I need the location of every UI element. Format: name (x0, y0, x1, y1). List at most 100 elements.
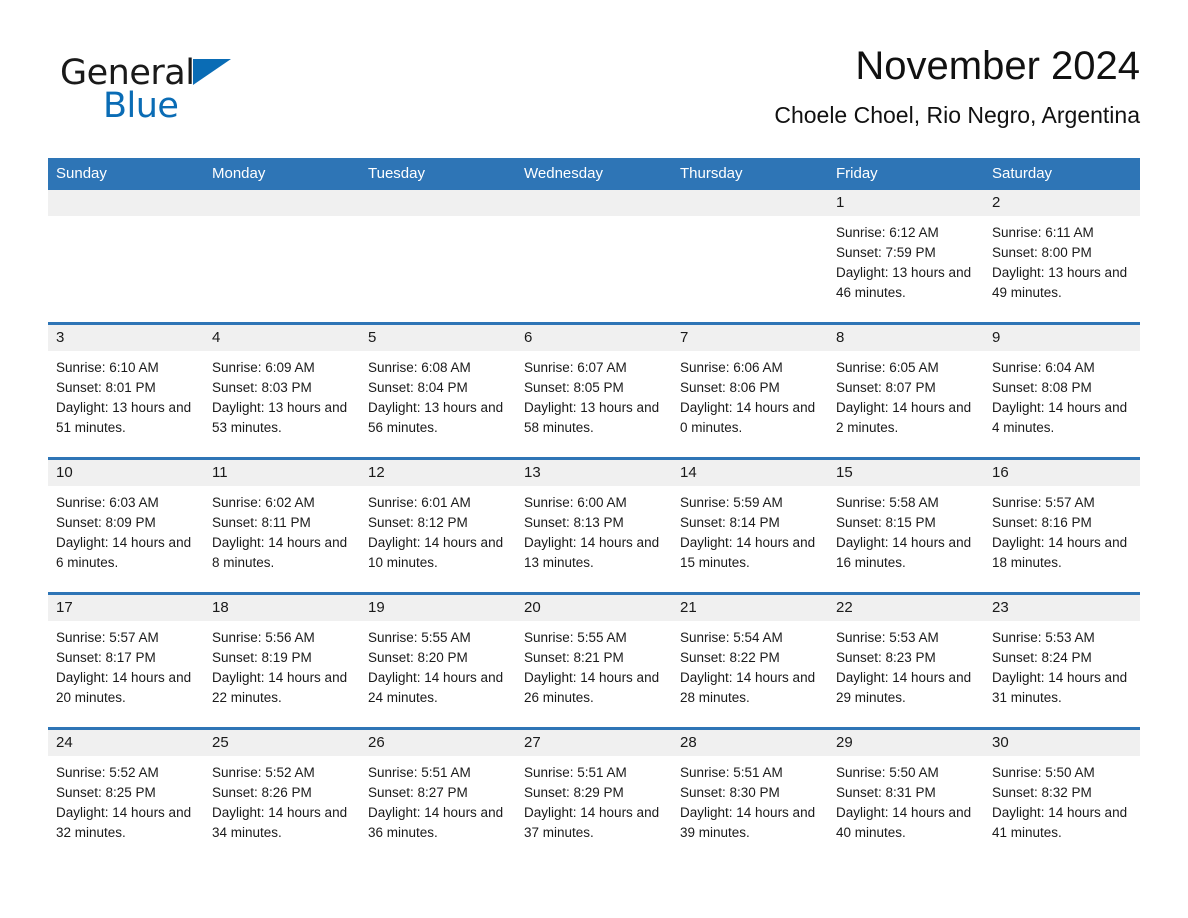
daylight-text: Daylight: 13 hours and 53 minutes. (212, 400, 348, 435)
calendar-day-cell[interactable] (672, 190, 828, 324)
day-sun-info: Sunrise: 5:53 AM Sunset: 8:23 PM Daylight:… (828, 621, 984, 708)
day-number: 8 (828, 325, 984, 351)
day-sun-info: Sunrise: 5:56 AM Sunset: 8:19 PM Daylight:… (204, 621, 360, 708)
sunrise-text: Sunrise: 5:52 AM (212, 765, 315, 780)
day-number: 5 (360, 325, 516, 351)
calendar-day-cell[interactable]: 14 Sunrise: 5:59 AM Sunset: 8:14 PM Dayligh… (672, 457, 828, 594)
sunset-text: Sunset: 8:27 PM (368, 785, 468, 800)
sunrise-text: Sunrise: 6:09 AM (212, 360, 315, 375)
day-cell-content: 21 Sunrise: 5:54 AM Sunset: 8:22 PM Dayligh… (672, 595, 828, 727)
calendar-day-cell[interactable]: 29 Sunrise: 5:50 AM Sunset: 8:31 PM Dayligh… (828, 727, 984, 862)
calendar-day-cell[interactable]: 18 Sunrise: 5:56 AM Sunset: 8:19 PM Dayligh… (204, 592, 360, 729)
day-number: 7 (672, 325, 828, 351)
calendar-day-cell[interactable]: 27 Sunrise: 5:51 AM Sunset: 8:29 PM Dayligh… (516, 727, 672, 862)
day-cell-content: 3 Sunrise: 6:10 AM Sunset: 8:01 PM Daylight… (48, 325, 204, 457)
sunset-text: Sunset: 7:59 PM (836, 245, 936, 260)
sunrise-text: Sunrise: 5:52 AM (56, 765, 159, 780)
sunset-text: Sunset: 8:19 PM (212, 650, 312, 665)
calendar-day-cell[interactable]: 26 Sunrise: 5:51 AM Sunset: 8:27 PM Dayligh… (360, 727, 516, 862)
calendar-day-cell[interactable]: 24 Sunrise: 5:52 AM Sunset: 8:25 PM Dayligh… (48, 727, 204, 862)
day-cell-content: 4 Sunrise: 6:09 AM Sunset: 8:03 PM Daylight… (204, 325, 360, 457)
calendar-day-cell[interactable]: 1 Sunrise: 6:12 AM Sunset: 7:59 PM Daylight… (828, 190, 984, 324)
calendar-day-cell[interactable] (516, 190, 672, 324)
weekday-header-thursday: Thursday (672, 158, 828, 190)
sunset-text: Sunset: 8:32 PM (992, 785, 1092, 800)
day-number (516, 190, 672, 216)
calendar-day-cell[interactable]: 23 Sunrise: 5:53 AM Sunset: 8:24 PM Dayligh… (984, 592, 1140, 729)
day-cell-content: 17 Sunrise: 5:57 AM Sunset: 8:17 PM Dayligh… (48, 595, 204, 727)
sunset-text: Sunset: 8:29 PM (524, 785, 624, 800)
day-sun-info: Sunrise: 6:01 AM Sunset: 8:12 PM Daylight:… (360, 486, 516, 573)
calendar-day-cell[interactable] (48, 190, 204, 324)
day-cell-content (516, 190, 672, 322)
day-sun-info: Sunrise: 6:08 AM Sunset: 8:04 PM Daylight:… (360, 351, 516, 438)
calendar-day-cell[interactable]: 28 Sunrise: 5:51 AM Sunset: 8:30 PM Dayligh… (672, 727, 828, 862)
calendar-day-cell[interactable]: 19 Sunrise: 5:55 AM Sunset: 8:20 PM Dayligh… (360, 592, 516, 729)
calendar-day-cell[interactable]: 2 Sunrise: 6:11 AM Sunset: 8:00 PM Daylight… (984, 190, 1140, 324)
calendar-day-cell[interactable] (360, 190, 516, 324)
daylight-text: Daylight: 14 hours and 16 minutes. (836, 535, 972, 570)
calendar-day-cell[interactable]: 5 Sunrise: 6:08 AM Sunset: 8:04 PM Daylight… (360, 322, 516, 459)
calendar-day-cell[interactable]: 22 Sunrise: 5:53 AM Sunset: 8:23 PM Dayligh… (828, 592, 984, 729)
day-cell-content: 8 Sunrise: 6:05 AM Sunset: 8:07 PM Daylight… (828, 325, 984, 457)
calendar-day-cell[interactable]: 21 Sunrise: 5:54 AM Sunset: 8:22 PM Dayligh… (672, 592, 828, 729)
day-sun-info: Sunrise: 5:55 AM Sunset: 8:21 PM Daylight:… (516, 621, 672, 708)
calendar-day-cell[interactable]: 3 Sunrise: 6:10 AM Sunset: 8:01 PM Daylight… (48, 322, 204, 459)
day-number: 19 (360, 595, 516, 621)
calendar-day-cell[interactable]: 7 Sunrise: 6:06 AM Sunset: 8:06 PM Daylight… (672, 322, 828, 459)
day-number: 30 (984, 730, 1140, 756)
sunrise-text: Sunrise: 5:51 AM (680, 765, 783, 780)
calendar-day-cell[interactable]: 30 Sunrise: 5:50 AM Sunset: 8:32 PM Dayligh… (984, 727, 1140, 862)
sunset-text: Sunset: 8:22 PM (680, 650, 780, 665)
day-sun-info: Sunrise: 6:07 AM Sunset: 8:05 PM Daylight:… (516, 351, 672, 438)
calendar-day-cell[interactable]: 15 Sunrise: 5:58 AM Sunset: 8:15 PM Dayligh… (828, 457, 984, 594)
day-number (360, 190, 516, 216)
weekday-header-wednesday: Wednesday (516, 158, 672, 190)
generalblue-logo[interactable]: General Blue (60, 52, 260, 142)
sunset-text: Sunset: 8:03 PM (212, 380, 312, 395)
calendar-body: 1 Sunrise: 6:12 AM Sunset: 7:59 PM Daylight… (48, 190, 1140, 862)
day-sun-info: Sunrise: 5:55 AM Sunset: 8:20 PM Daylight:… (360, 621, 516, 708)
day-cell-content: 13 Sunrise: 6:00 AM Sunset: 8:13 PM Dayligh… (516, 460, 672, 592)
day-cell-content: 29 Sunrise: 5:50 AM Sunset: 8:31 PM Dayligh… (828, 730, 984, 862)
sunset-text: Sunset: 8:06 PM (680, 380, 780, 395)
sunrise-text: Sunrise: 5:54 AM (680, 630, 783, 645)
day-sun-info: Sunrise: 5:57 AM Sunset: 8:17 PM Daylight:… (48, 621, 204, 708)
calendar-day-cell[interactable]: 6 Sunrise: 6:07 AM Sunset: 8:05 PM Daylight… (516, 322, 672, 459)
weekday-header-sunday: Sunday (48, 158, 204, 190)
sunset-text: Sunset: 8:15 PM (836, 515, 936, 530)
daylight-text: Daylight: 14 hours and 29 minutes. (836, 670, 972, 705)
sunrise-text: Sunrise: 5:57 AM (56, 630, 159, 645)
calendar-day-cell[interactable]: 12 Sunrise: 6:01 AM Sunset: 8:12 PM Dayligh… (360, 457, 516, 594)
day-sun-info (672, 216, 828, 223)
sunrise-text: Sunrise: 5:53 AM (836, 630, 939, 645)
day-cell-content: 2 Sunrise: 6:11 AM Sunset: 8:00 PM Daylight… (984, 190, 1140, 322)
daylight-text: Daylight: 13 hours and 56 minutes. (368, 400, 504, 435)
calendar-day-cell[interactable]: 20 Sunrise: 5:55 AM Sunset: 8:21 PM Dayligh… (516, 592, 672, 729)
calendar-day-cell[interactable]: 8 Sunrise: 6:05 AM Sunset: 8:07 PM Daylight… (828, 322, 984, 459)
calendar-table: Sunday Monday Tuesday Wednesday Thursday… (48, 158, 1140, 862)
calendar-day-cell[interactable]: 25 Sunrise: 5:52 AM Sunset: 8:26 PM Dayligh… (204, 727, 360, 862)
day-sun-info: Sunrise: 5:52 AM Sunset: 8:25 PM Daylight:… (48, 756, 204, 843)
day-number (672, 190, 828, 216)
calendar-day-cell[interactable]: 11 Sunrise: 6:02 AM Sunset: 8:11 PM Dayligh… (204, 457, 360, 594)
daylight-text: Daylight: 14 hours and 34 minutes. (212, 805, 348, 840)
calendar-day-cell[interactable]: 17 Sunrise: 5:57 AM Sunset: 8:17 PM Dayligh… (48, 592, 204, 729)
calendar-day-cell[interactable]: 13 Sunrise: 6:00 AM Sunset: 8:13 PM Dayligh… (516, 457, 672, 594)
calendar-week-row: 10 Sunrise: 6:03 AM Sunset: 8:09 PM Dayligh… (48, 457, 1140, 594)
day-cell-content: 24 Sunrise: 5:52 AM Sunset: 8:25 PM Dayligh… (48, 730, 204, 862)
calendar-day-cell[interactable] (204, 190, 360, 324)
sunset-text: Sunset: 8:16 PM (992, 515, 1092, 530)
calendar-day-cell[interactable]: 4 Sunrise: 6:09 AM Sunset: 8:03 PM Daylight… (204, 322, 360, 459)
calendar-day-cell[interactable]: 10 Sunrise: 6:03 AM Sunset: 8:09 PM Dayligh… (48, 457, 204, 594)
day-cell-content: 18 Sunrise: 5:56 AM Sunset: 8:19 PM Dayligh… (204, 595, 360, 727)
calendar-day-cell[interactable]: 16 Sunrise: 5:57 AM Sunset: 8:16 PM Dayligh… (984, 457, 1140, 594)
page-title: November 2024 (855, 44, 1140, 88)
day-number: 29 (828, 730, 984, 756)
daylight-text: Daylight: 14 hours and 26 minutes. (524, 670, 660, 705)
calendar-week-row: 3 Sunrise: 6:10 AM Sunset: 8:01 PM Daylight… (48, 322, 1140, 459)
calendar-day-cell[interactable]: 9 Sunrise: 6:04 AM Sunset: 8:08 PM Daylight… (984, 322, 1140, 459)
calendar-week-row: 17 Sunrise: 5:57 AM Sunset: 8:17 PM Dayligh… (48, 592, 1140, 729)
sunset-text: Sunset: 8:21 PM (524, 650, 624, 665)
sunset-text: Sunset: 8:00 PM (992, 245, 1092, 260)
